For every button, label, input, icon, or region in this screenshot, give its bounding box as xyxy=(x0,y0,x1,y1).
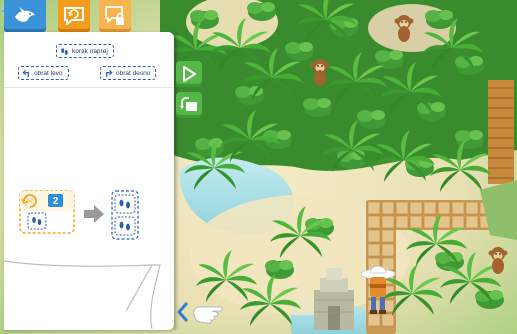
collapse-panel-button[interactable] xyxy=(174,300,192,324)
program-workspace[interactable]: 2 xyxy=(4,89,174,330)
tab-bar xyxy=(0,0,140,32)
chevron-left-icon xyxy=(177,302,189,322)
block-turn-right[interactable]: obrat desno xyxy=(100,66,157,80)
tab-loop[interactable] xyxy=(58,0,90,32)
turn-right-icon xyxy=(106,69,113,77)
turn-left-icon xyxy=(22,69,29,77)
speech-loop-icon xyxy=(64,7,84,25)
block-palette: korak naprej obrat levo obrat desno xyxy=(4,32,174,88)
block-turn-left-label: obrat levo xyxy=(34,69,63,77)
play-icon xyxy=(183,66,196,82)
tutorial-hint: 2 xyxy=(4,190,161,330)
run-program-button[interactable] xyxy=(176,61,202,87)
expanded-blocks xyxy=(111,190,139,240)
tab-bird[interactable] xyxy=(4,0,46,32)
repeat-hint-group: 2 xyxy=(19,190,75,234)
block-move-forward-label: korak naprej xyxy=(72,47,108,55)
footprints-icon xyxy=(61,47,68,55)
reset-button[interactable] xyxy=(176,92,202,118)
equals-arrow-icon xyxy=(84,205,104,223)
wooden-bridge xyxy=(488,80,514,184)
bird-icon xyxy=(15,7,35,22)
reset-icon xyxy=(180,97,197,111)
block-turn-left[interactable]: obrat levo xyxy=(18,66,69,80)
tab-locked[interactable] xyxy=(99,0,131,32)
pointer-hand-icon xyxy=(193,306,223,324)
code-editor-panel: korak naprej obrat levo obrat desno 2 xyxy=(4,32,180,330)
speech-lock-icon xyxy=(105,6,124,25)
repeat-count-badge: 2 xyxy=(53,196,59,207)
block-move-forward[interactable]: korak naprej xyxy=(56,44,114,58)
block-turn-right-label: obrat desno xyxy=(116,69,151,77)
